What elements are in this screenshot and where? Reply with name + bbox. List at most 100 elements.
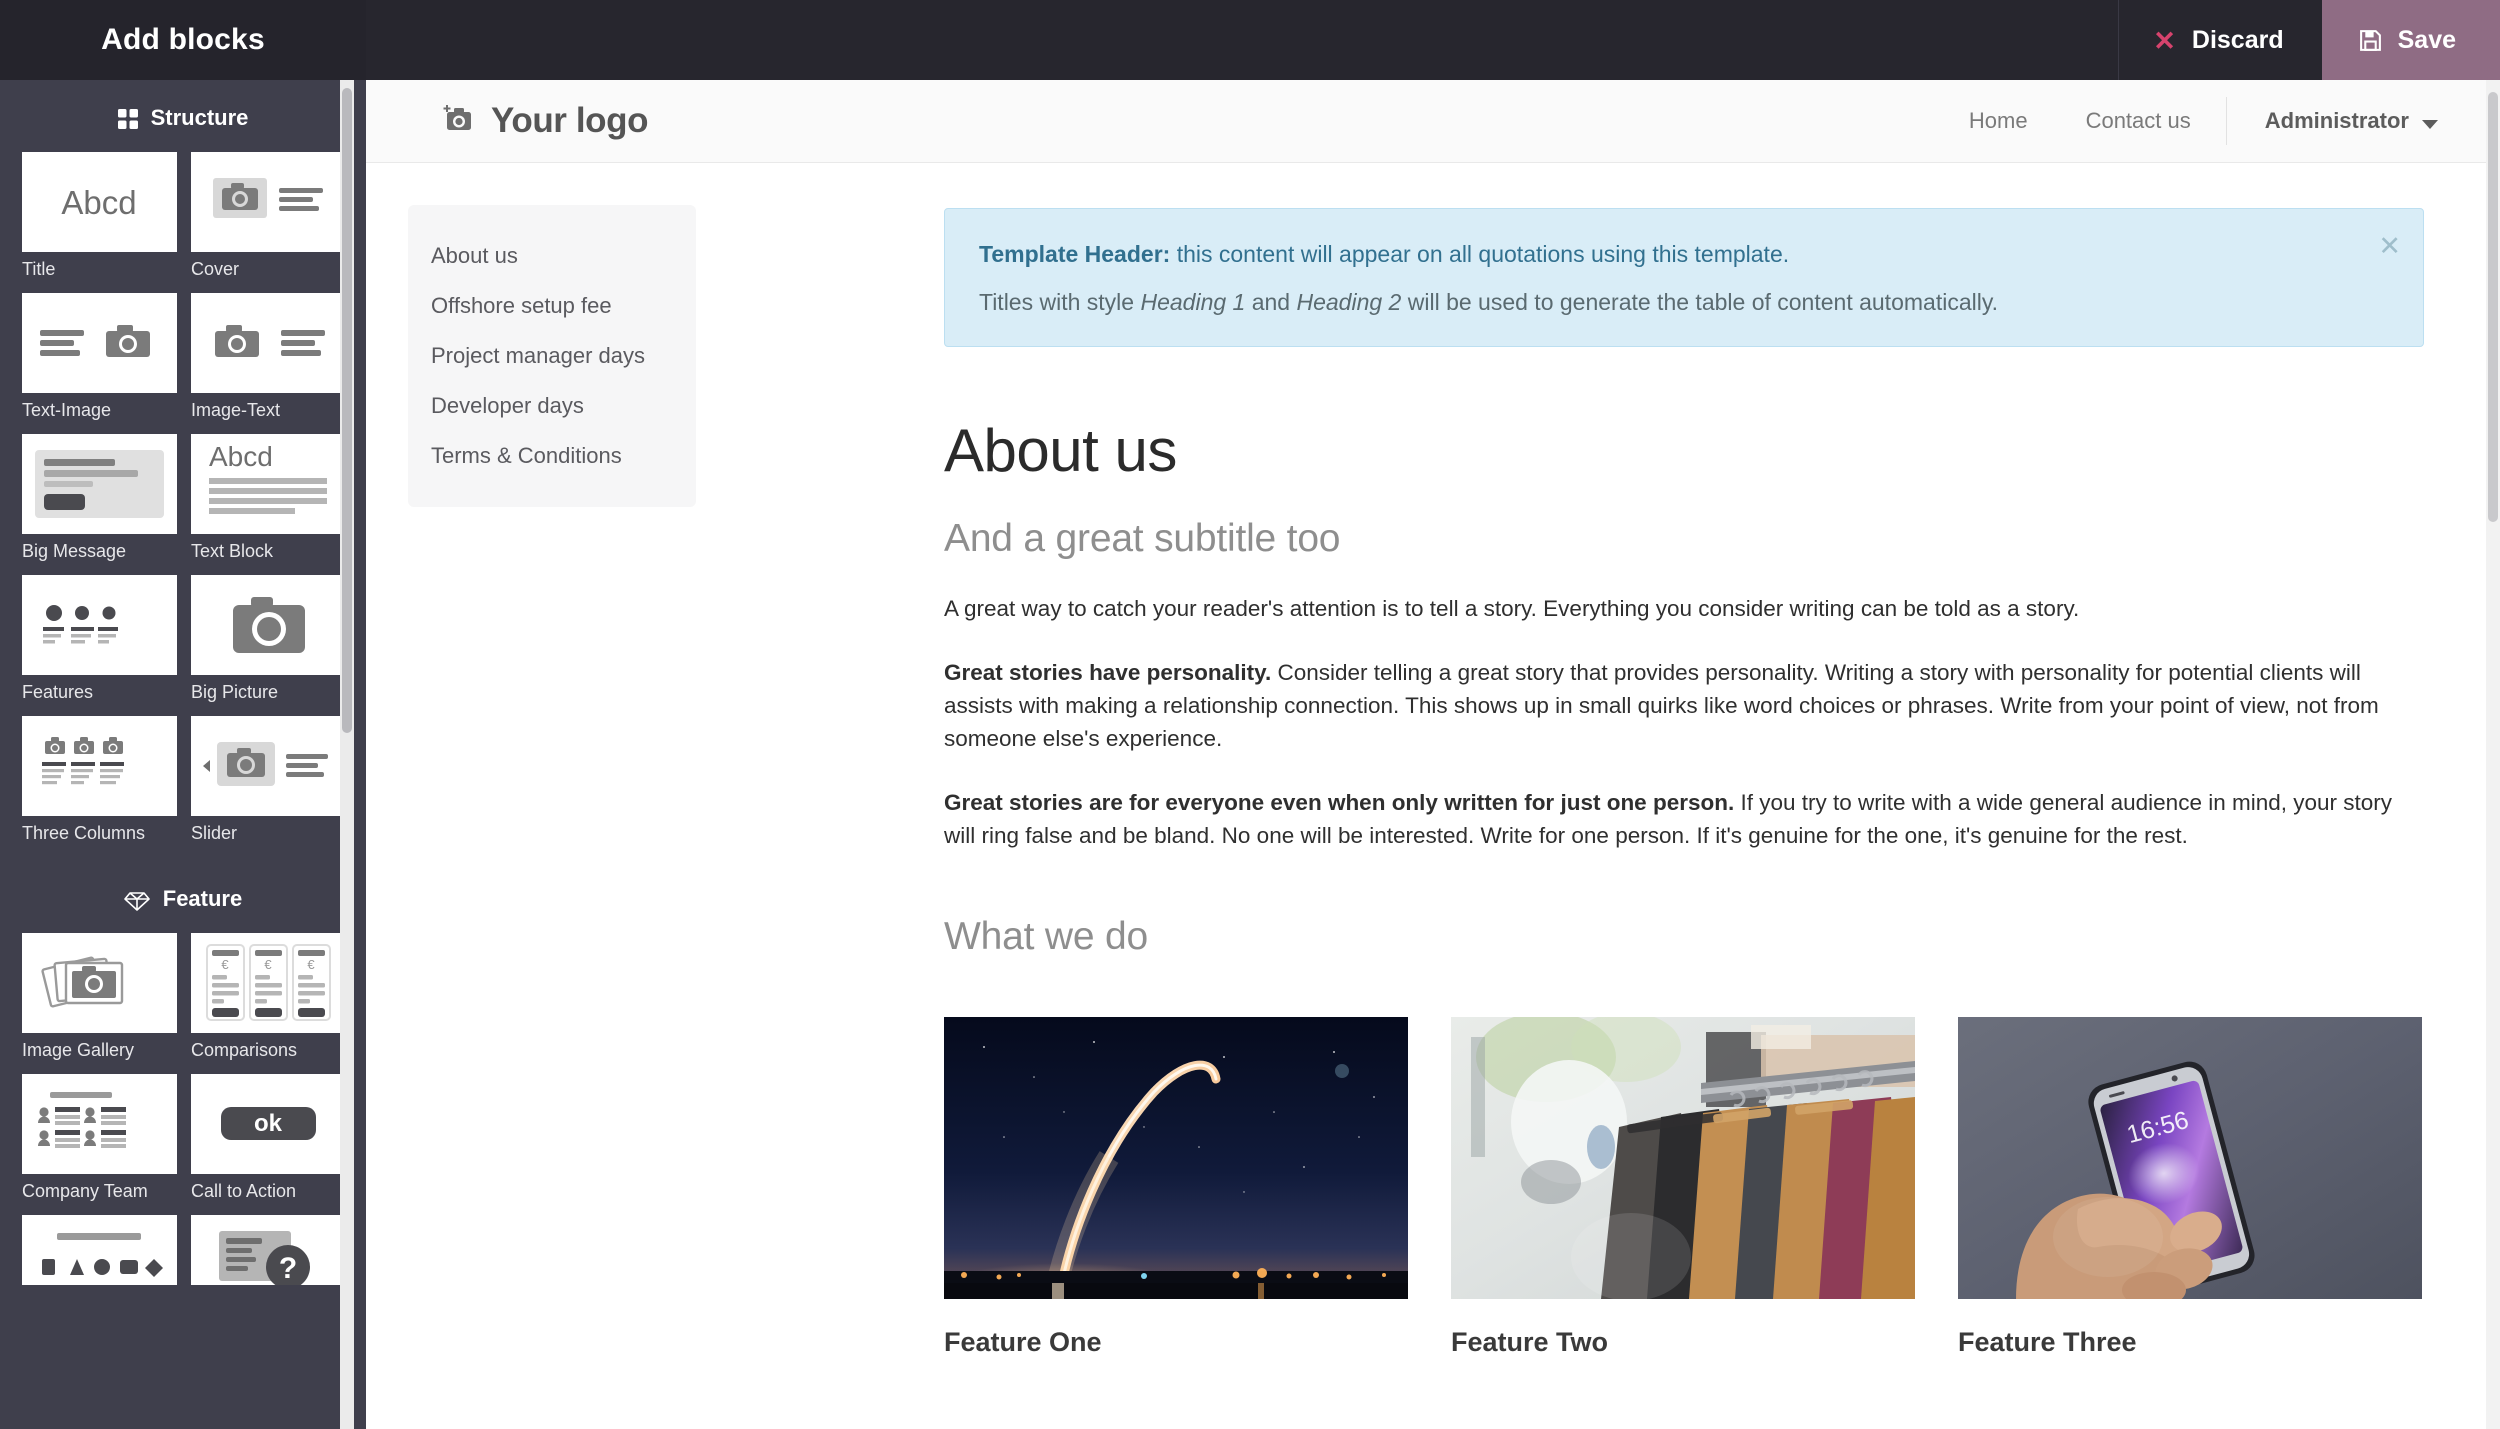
floppy-disk-icon: [2358, 28, 2383, 53]
ok-button-thumb[interactable]: ok: [191, 1074, 346, 1174]
hand-holding-smartphone-photo: 16:56: [1958, 1017, 2422, 1300]
toolbar-actions: ✕ Discard Save: [2118, 0, 2500, 80]
alert-strong: Template Header:: [979, 241, 1171, 267]
big-camera-thumb[interactable]: [191, 575, 346, 675]
block-label: Slider: [191, 823, 238, 843]
abcd-text-thumb[interactable]: Abcd: [22, 152, 177, 252]
section-heading-what-we-do: What we do: [944, 915, 1148, 959]
three-columns-thumb[interactable]: [22, 716, 177, 816]
block-item-text-block[interactable]: Abcd Text Block: [191, 434, 346, 562]
paragraph-1: A great way to catch your reader's atten…: [944, 596, 2080, 621]
toc-item-developer-days[interactable]: Developer days: [408, 381, 696, 431]
user-menu-label: Administrator: [2264, 108, 2409, 133]
alert-line-1-rest: this content will appear on all quotatio…: [1170, 241, 1790, 267]
alert-line-2: Titles with style Heading 1 and Heading …: [979, 287, 2389, 318]
image-left-text-right-thumb[interactable]: [191, 293, 346, 393]
block-item-faq[interactable]: ?: [191, 1215, 346, 1285]
alert-line-2-b: and: [1245, 289, 1297, 316]
feature-caption: Feature Two: [1451, 1327, 1609, 1358]
svg-text:ok: ok: [254, 1110, 283, 1137]
block-label: Text Block: [191, 541, 274, 561]
feature-caption: Feature Three: [1958, 1327, 2137, 1358]
alert-line-1: Template Header: this content will appea…: [979, 239, 2389, 270]
svg-text:Abcd: Abcd: [61, 184, 136, 221]
alert-em-heading-2: Heading 2: [1296, 289, 1402, 316]
grid-icon: [117, 109, 138, 129]
article-body: About us And a great subtitle too A grea…: [944, 418, 2424, 1358]
faq-question-thumb[interactable]: ?: [191, 1215, 346, 1285]
features-row: Feature One Feature Two 16:56 Feature Th…: [944, 1017, 2424, 1358]
cover-camera-thumb[interactable]: [191, 152, 346, 252]
block-item-slider[interactable]: Slider: [191, 716, 346, 844]
toc-item-about-us[interactable]: About us: [408, 231, 696, 281]
block-label: Three Columns: [22, 823, 146, 843]
team-members-thumb[interactable]: [22, 1074, 177, 1174]
slider-camera-thumb[interactable]: [191, 716, 346, 816]
save-button[interactable]: Save: [2321, 0, 2500, 80]
block-item-company-team[interactable]: Company Team: [22, 1074, 177, 1202]
block-item-text-image[interactable]: Text-Image: [22, 293, 177, 421]
block-item-big-message[interactable]: Big Message: [22, 434, 177, 562]
user-menu[interactable]: Administrator: [2233, 108, 2460, 134]
clothing-rack-hangers-photo: [1451, 1017, 1915, 1300]
top-toolbar: Add blocks ✕ Discard Save: [0, 0, 2500, 80]
block-label: Big Message: [22, 541, 127, 561]
block-item-title[interactable]: Abcd Title: [22, 152, 177, 280]
site-logo[interactable]: Your logo: [442, 101, 649, 141]
nav-link-home[interactable]: Home: [1940, 108, 2057, 134]
sidebar-section-feature-label: Feature: [162, 886, 243, 911]
feature-card: 16:56 Feature Three: [1958, 1017, 2422, 1358]
toc-item-offshore-setup-fee[interactable]: Offshore setup fee: [408, 281, 696, 331]
toc-item-project-manager-days[interactable]: Project manager days: [408, 331, 696, 381]
pricing-cards-thumb[interactable]: € € €: [191, 933, 346, 1033]
site-header: Your logo Home Contact us Administrator: [366, 80, 2500, 163]
block-item-three-columns[interactable]: Three Columns: [22, 716, 177, 844]
svg-text:€: €: [264, 957, 272, 972]
sidebar-scrollbar-thumb[interactable]: [342, 88, 352, 733]
icons-row-thumb[interactable]: [22, 1215, 177, 1285]
block-item-icons-row[interactable]: [22, 1215, 177, 1285]
add-blocks-panel-header: Add blocks: [0, 0, 366, 80]
page-scrollbar-thumb[interactable]: [2488, 92, 2498, 522]
feature-caption: Feature One: [944, 1327, 1102, 1358]
abcd-paragraph-thumb[interactable]: Abcd: [191, 434, 346, 534]
paragraph-2-lead: Great stories have personality.: [944, 660, 1272, 686]
add-blocks-sidebar[interactable]: Structure Abcd Title Cover Text-Image Im…: [0, 80, 366, 1429]
feature-card: Feature Two: [1451, 1017, 1915, 1358]
sidebar-section-structure: Structure: [0, 80, 366, 152]
toc-item-terms-conditions[interactable]: Terms & Conditions: [408, 431, 696, 481]
gem-icon: [123, 891, 150, 911]
discard-button-label: Discard: [2191, 25, 2284, 54]
svg-text:€: €: [221, 957, 229, 972]
discard-button[interactable]: ✕ Discard: [2118, 0, 2321, 80]
alert-em-heading-1: Heading 1: [1140, 289, 1246, 316]
alert-line-2-c: will be used to generate the table of co…: [1401, 289, 1999, 316]
rocket-launch-night-photo: [944, 1017, 1408, 1300]
photo-stack-thumb[interactable]: [22, 933, 177, 1033]
block-item-big-picture[interactable]: Big Picture: [191, 575, 346, 703]
feature-card: Feature One: [944, 1017, 1408, 1358]
block-item-image-text[interactable]: Image-Text: [191, 293, 346, 421]
block-label: Comparisons: [191, 1040, 298, 1060]
nav-link-contact-us[interactable]: Contact us: [2057, 108, 2220, 134]
text-left-image-right-thumb[interactable]: [22, 293, 177, 393]
alert-close-icon[interactable]: ✕: [2378, 233, 2401, 260]
block-label: Image-Text: [191, 400, 281, 420]
block-item-call-to-action[interactable]: ok Call to Action: [191, 1074, 346, 1202]
block-item-cover[interactable]: Cover: [191, 152, 346, 280]
block-item-features[interactable]: Features: [22, 575, 177, 703]
block-item-image-gallery[interactable]: Image Gallery: [22, 933, 177, 1061]
block-label: Cover: [191, 259, 240, 279]
block-label: Call to Action: [191, 1181, 297, 1201]
block-label: Company Team: [22, 1181, 148, 1201]
three-dots-features-thumb[interactable]: [22, 575, 177, 675]
site-nav: Home Contact us Administrator: [1940, 97, 2460, 145]
big-message-thumb[interactable]: [22, 434, 177, 534]
block-label: Title: [22, 259, 56, 279]
chevron-down-icon: [2422, 119, 2438, 129]
block-item-comparisons[interactable]: € € € Comparisons: [191, 933, 346, 1061]
alert-line-2-a: Titles with style: [979, 289, 1141, 316]
svg-text:Abcd: Abcd: [209, 441, 273, 472]
page-title: About us: [944, 417, 1177, 484]
